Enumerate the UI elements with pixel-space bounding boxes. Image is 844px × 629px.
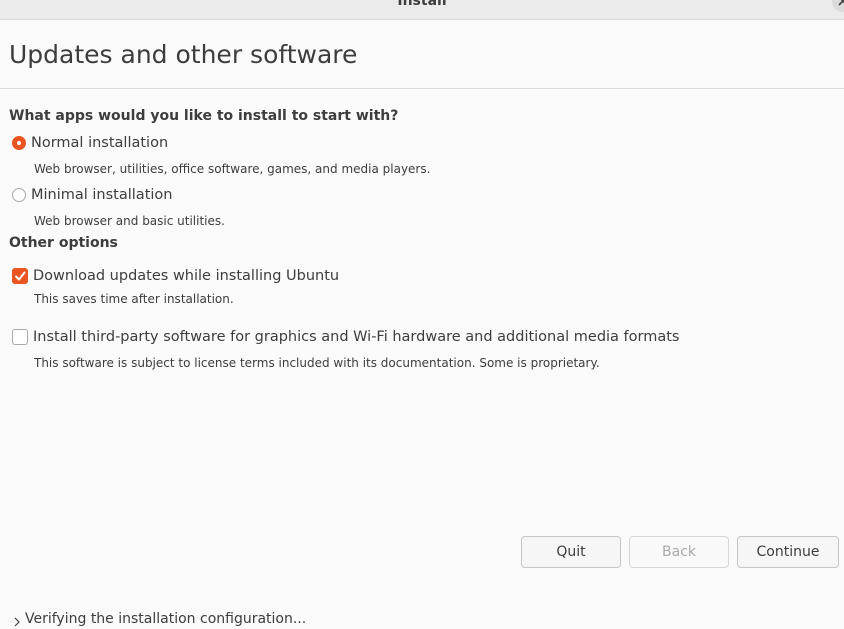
minimal-installation-label: Minimal installation <box>31 187 173 203</box>
normal-installation-description: Web browser, utilities, office software,… <box>34 162 431 176</box>
third-party-software-description: This software is subject to license term… <box>34 356 600 370</box>
close-icon <box>838 0 844 6</box>
quit-button[interactable]: Quit <box>521 536 621 568</box>
title-bar: Install <box>0 0 844 20</box>
continue-button[interactable]: Continue <box>737 536 839 568</box>
normal-installation-label: Normal installation <box>31 135 169 151</box>
install-type-heading: What apps would you like to install to s… <box>9 108 399 124</box>
third-party-software-label: Install third-party software for graphic… <box>33 329 680 345</box>
download-updates-description: This saves time after installation. <box>34 292 234 306</box>
download-updates-checkbox[interactable]: Download updates while installing Ubuntu <box>12 266 339 286</box>
page-title: Updates and other software <box>9 40 358 69</box>
back-button: Back <box>629 536 729 568</box>
close-button[interactable] <box>832 0 844 12</box>
page-header: Updates and other software <box>0 20 844 89</box>
checkbox-checked-icon <box>12 268 28 284</box>
third-party-software-checkbox[interactable]: Install third-party software for graphic… <box>12 327 679 347</box>
status-expander[interactable]: Verifying the installation configuration… <box>12 609 306 629</box>
radio-selected-icon <box>12 136 26 150</box>
normal-installation-radio[interactable]: Normal installation <box>12 133 168 153</box>
window-title: Install <box>397 0 447 9</box>
minimal-installation-description: Web browser and basic utilities. <box>34 214 225 228</box>
checkbox-unchecked-icon <box>12 329 28 345</box>
other-options-heading: Other options <box>9 235 118 251</box>
checkmark-icon <box>15 271 26 281</box>
minimal-installation-radio[interactable]: Minimal installation <box>12 185 172 205</box>
radio-unselected-icon <box>12 188 26 202</box>
chevron-right-icon <box>14 617 20 627</box>
status-text: Verifying the installation configuration… <box>25 611 307 627</box>
download-updates-label: Download updates while installing Ubuntu <box>33 268 340 284</box>
